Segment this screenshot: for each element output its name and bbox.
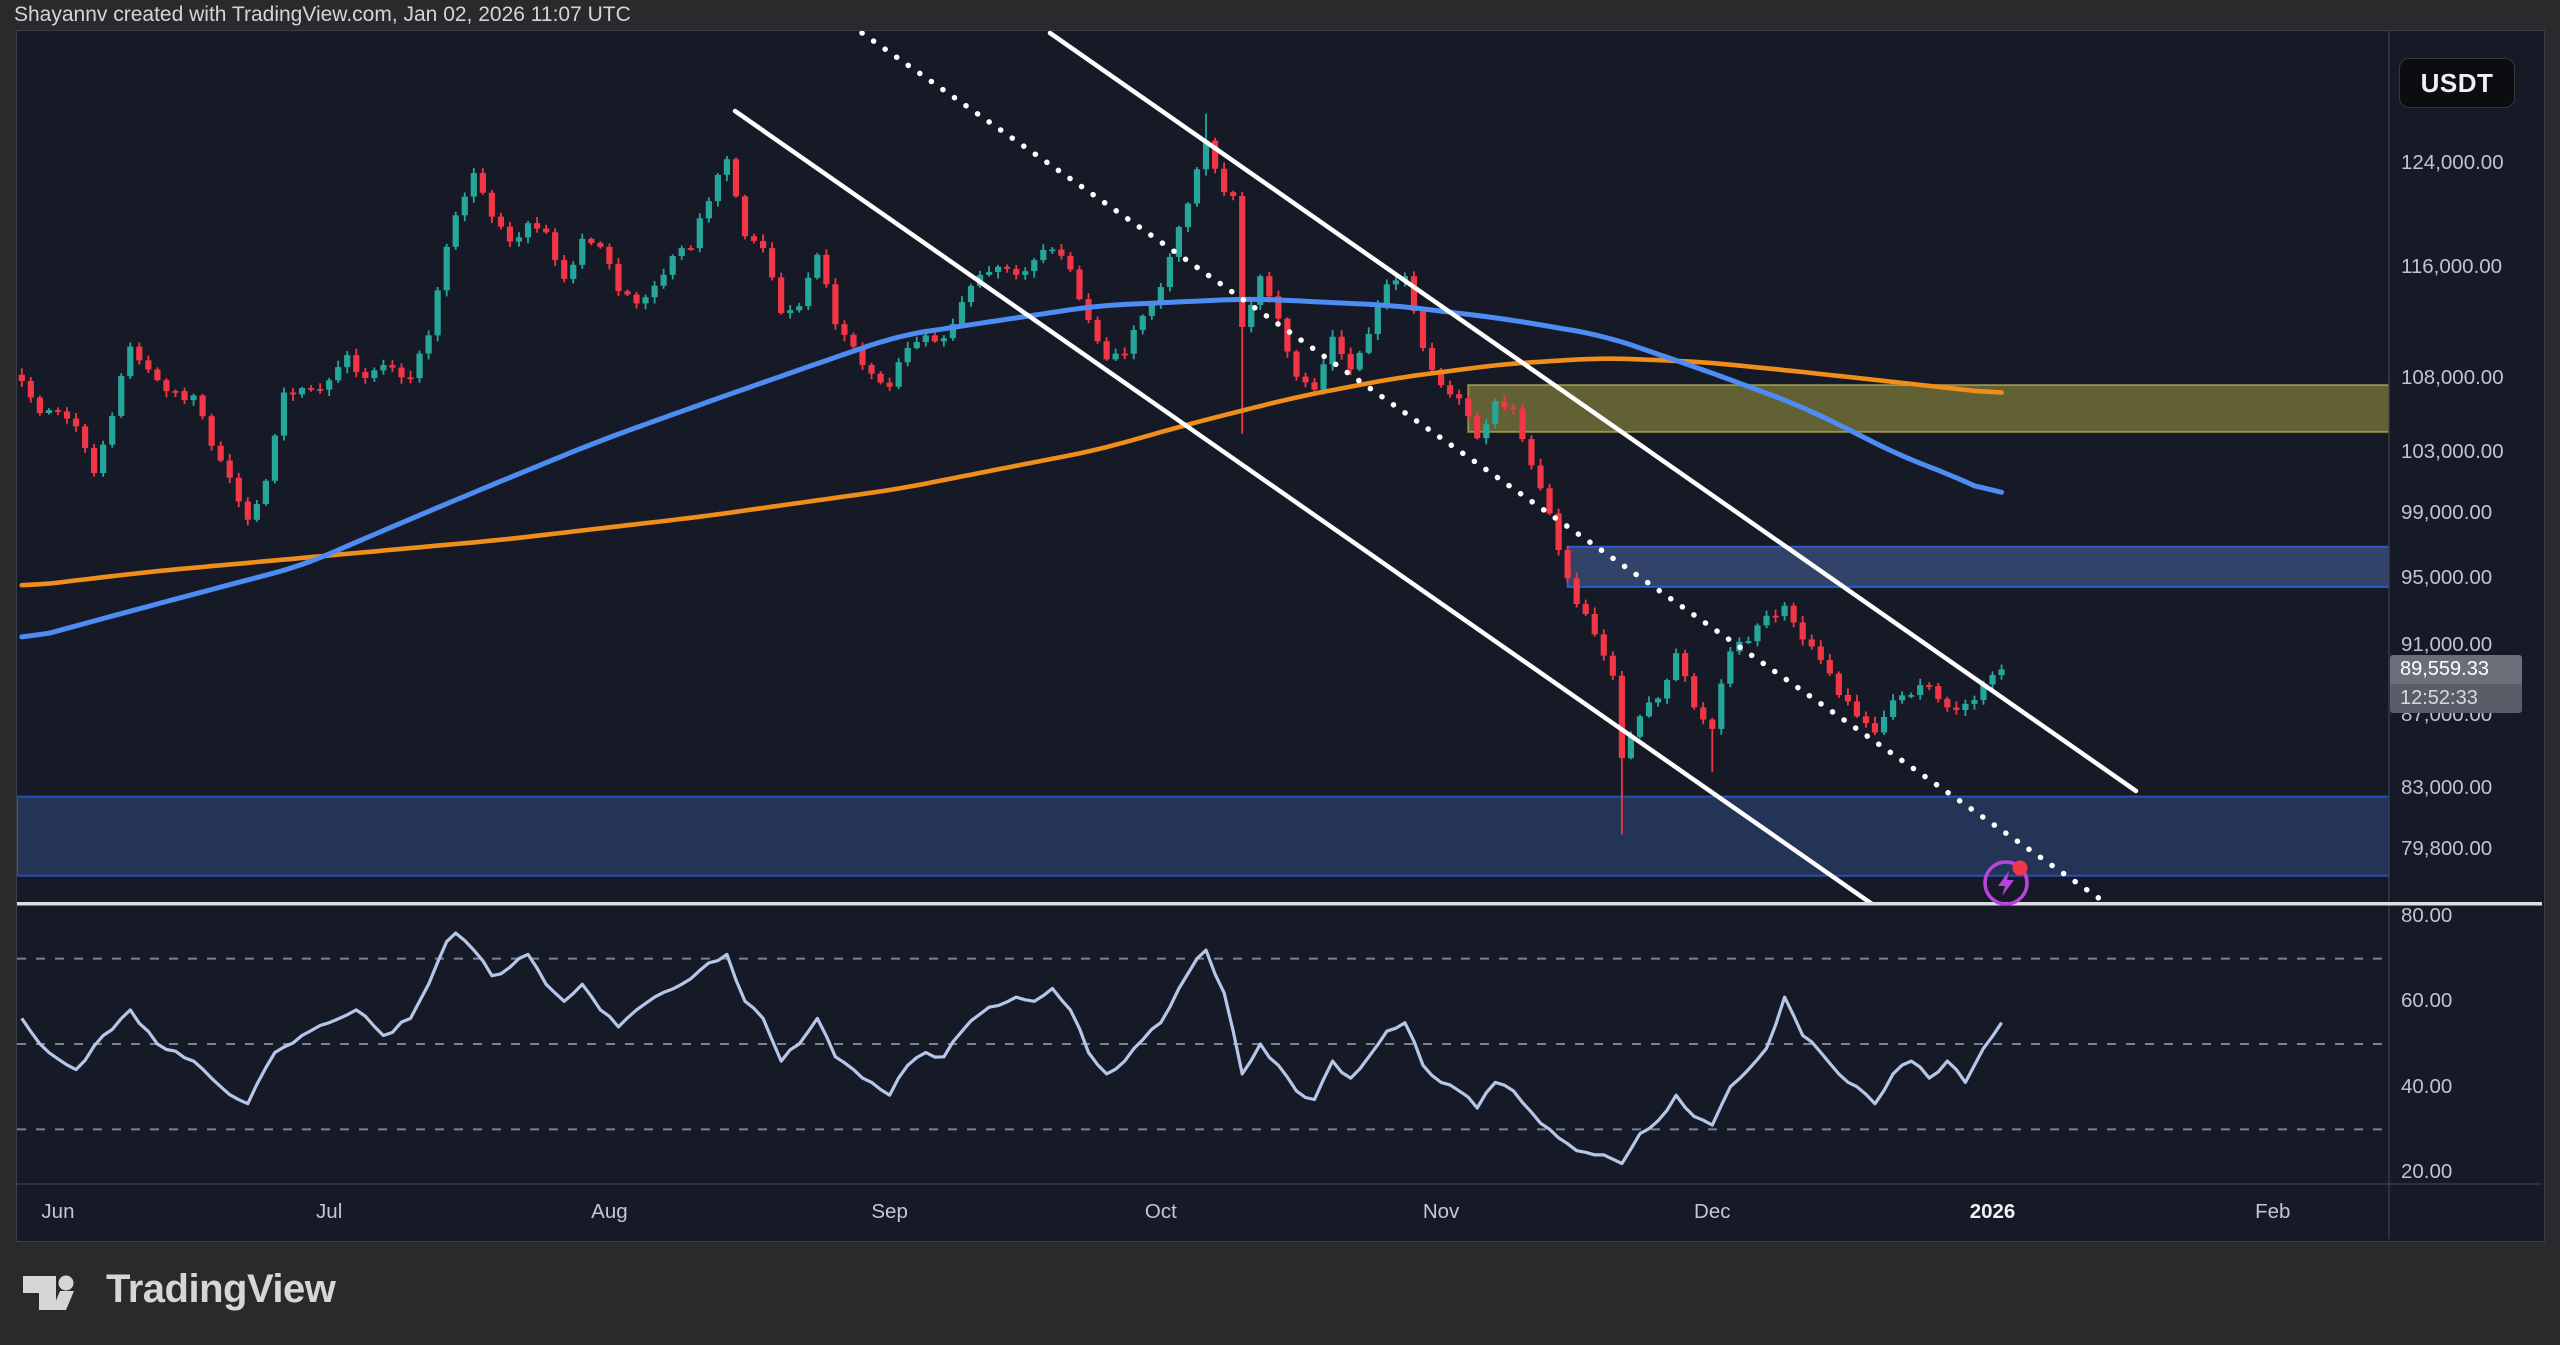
channel-midline-dotted xyxy=(862,33,2100,899)
rsi-axis-tick: 20.00 xyxy=(2401,1159,2551,1185)
time-axis-label: Dec xyxy=(1694,1197,1730,1227)
pane-separator[interactable] xyxy=(17,902,2542,906)
resistance-zone-olive xyxy=(1468,385,2389,432)
chart-canvas[interactable] xyxy=(17,31,2542,1239)
quote-currency-badge: USDT xyxy=(2399,58,2515,108)
rsi-axis-tick: 60.00 xyxy=(2401,988,2551,1014)
candlestick-series xyxy=(19,114,2005,835)
price-axis-tick: 95,000.00 xyxy=(2401,565,2551,591)
rsi-axis-tick: 80.00 xyxy=(2401,903,2551,929)
time-axis-label: Jul xyxy=(316,1197,342,1227)
axis-borders xyxy=(17,31,2542,1239)
price-axis-tick: 83,000.00 xyxy=(2401,775,2551,801)
price-axis-tick: 79,800.00 xyxy=(2401,836,2551,862)
support-zone-blue xyxy=(17,797,2389,876)
last-price-value: 89,559.33 xyxy=(2390,655,2522,684)
price-axis-tick: 124,000.00 xyxy=(2401,150,2551,176)
rsi-axis-tick: 40.00 xyxy=(2401,1074,2551,1100)
tradingview-logo[interactable]: TradingView xyxy=(22,1264,335,1314)
price-axis-tick: 99,000.00 xyxy=(2401,500,2551,526)
time-axis-label: 2026 xyxy=(1970,1197,2016,1227)
resistance-zone-blue xyxy=(1568,547,2389,587)
tradingview-logo-text: TradingView xyxy=(106,1267,335,1312)
price-axis-tick: 91,000.00 xyxy=(2401,632,2551,658)
attribution-title: Shayannv created with TradingView.com, J… xyxy=(0,0,2560,30)
time-axis-label: Feb xyxy=(2255,1197,2290,1227)
channel-trendlines xyxy=(735,33,2136,904)
price-axis-tick: 108,000.00 xyxy=(2401,365,2551,391)
last-price-label: 89,559.33 12:52:33 xyxy=(2390,655,2522,713)
channel-line-left xyxy=(735,111,1872,904)
time-axis-label: Aug xyxy=(591,1197,627,1227)
tradingview-mark-icon xyxy=(22,1264,92,1314)
time-axis-label: Nov xyxy=(1423,1197,1459,1227)
countdown-timer: 12:52:33 xyxy=(2390,684,2522,713)
time-axis-label: Oct xyxy=(1145,1197,1177,1227)
price-axis-tick: 103,000.00 xyxy=(2401,439,2551,465)
time-axis-label: Jun xyxy=(41,1197,74,1227)
price-zones xyxy=(17,385,2389,876)
chart-panel[interactable]: 124,000.00116,000.00108,000.00103,000.00… xyxy=(16,30,2545,1242)
time-axis-label: Sep xyxy=(871,1197,907,1227)
rsi-pane xyxy=(17,933,2389,1163)
price-axis-tick: 116,000.00 xyxy=(2401,254,2551,280)
